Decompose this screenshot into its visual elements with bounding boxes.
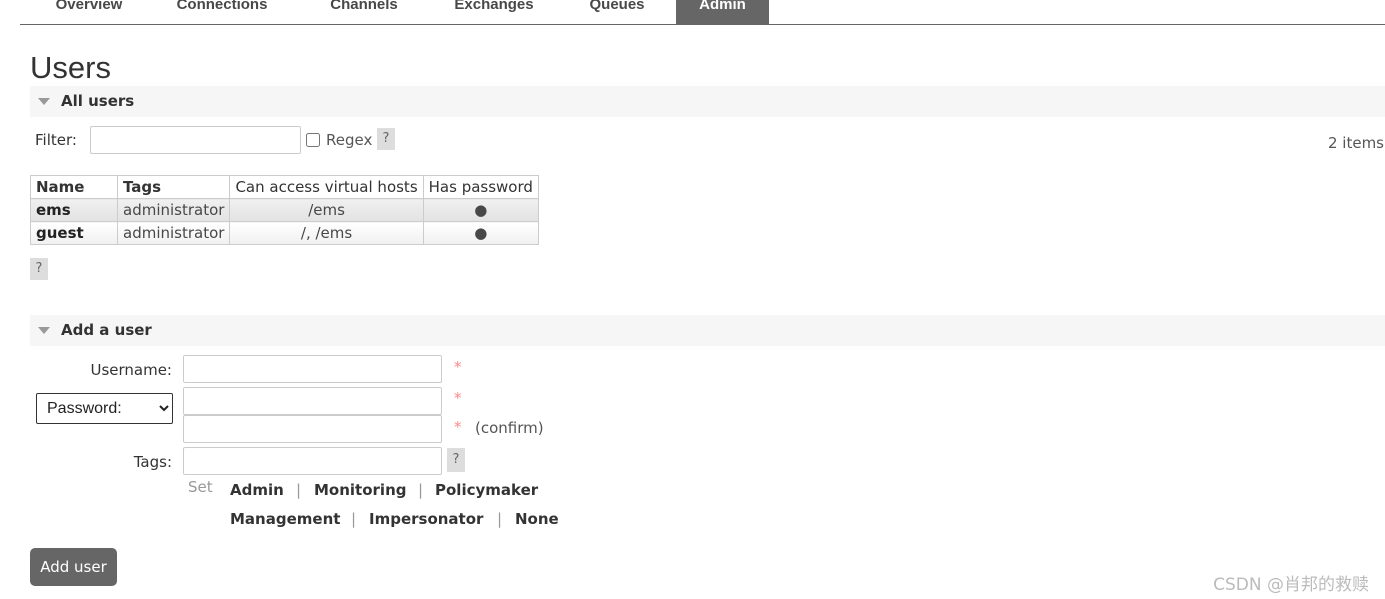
tab-channels[interactable]: Channels [310, 0, 418, 24]
tab-queues[interactable]: Queues [572, 0, 662, 24]
set-label: Set [188, 478, 213, 496]
separator: | [418, 481, 424, 499]
filter-label: Filter: [35, 131, 77, 149]
filter-input[interactable] [90, 126, 301, 154]
main-nav: Overview Connections Channels Exchanges … [20, 0, 1385, 25]
user-has-password: ● [422, 221, 539, 245]
tab-connections[interactable]: Connections [155, 0, 289, 24]
users-table: Name Tags Can access virtual hosts Has p… [30, 175, 539, 245]
required-marker: * [454, 418, 462, 436]
col-has-password: Has password [422, 175, 539, 199]
regex-label: Regex [326, 131, 373, 149]
collapse-triangle-icon [38, 327, 50, 334]
username-input[interactable] [183, 355, 442, 383]
add-user-section-header[interactable]: Add a user [30, 315, 1385, 346]
tag-link-policymaker[interactable]: Policymaker [435, 481, 538, 499]
tab-exchanges[interactable]: Exchanges [432, 0, 556, 24]
confirm-label: (confirm) [475, 419, 544, 437]
user-name-link[interactable]: ems [30, 198, 118, 222]
tab-overview[interactable]: Overview [30, 0, 148, 24]
watermark: CSDN @肖邦的救赎 [1213, 575, 1369, 595]
user-name-link[interactable]: guest [30, 221, 118, 245]
user-tags: administrator [116, 221, 231, 245]
col-name: Name [30, 175, 118, 199]
user-vhosts: /ems [229, 198, 424, 222]
tags-input[interactable] [183, 447, 442, 475]
required-marker: * [454, 389, 462, 407]
separator: | [351, 510, 357, 528]
tag-link-monitoring[interactable]: Monitoring [314, 481, 406, 499]
page-title: Users [30, 50, 111, 85]
col-tags: Tags [116, 175, 231, 199]
tag-link-impersonator[interactable]: Impersonator [369, 510, 483, 528]
tag-link-admin[interactable]: Admin [230, 481, 284, 499]
tag-link-management[interactable]: Management [230, 510, 340, 528]
tag-link-none[interactable]: None [515, 510, 559, 528]
section-title: All users [61, 92, 135, 110]
all-users-section-header[interactable]: All users [30, 86, 1385, 117]
table-help-button[interactable]: ? [30, 258, 48, 280]
required-marker: * [454, 358, 462, 376]
user-has-password: ● [422, 198, 539, 222]
user-tags: administrator [116, 198, 231, 222]
separator: | [296, 481, 302, 499]
table-row[interactable]: ems administrator /ems ● [30, 198, 539, 222]
add-user-button[interactable]: Add user [30, 548, 117, 586]
user-vhosts: /, /ems [229, 221, 424, 245]
table-row[interactable]: guest administrator /, /ems ● [30, 221, 539, 245]
tab-admin[interactable]: Admin [676, 0, 769, 24]
item-count: 2 items [1327, 134, 1384, 152]
col-vhosts: Can access virtual hosts [229, 175, 424, 199]
filter-help-button[interactable]: ? [377, 128, 395, 150]
password-confirm-input[interactable] [183, 415, 442, 443]
collapse-triangle-icon [38, 98, 50, 105]
tags-label: Tags: [133, 453, 172, 471]
separator: | [497, 510, 503, 528]
tags-help-button[interactable]: ? [447, 448, 465, 472]
regex-checkbox[interactable] [306, 133, 320, 147]
password-input[interactable] [183, 387, 442, 415]
username-label: Username: [90, 361, 172, 379]
section-title: Add a user [61, 321, 152, 339]
password-type-select[interactable]: Password: [36, 393, 173, 424]
table-header: Name Tags Can access virtual hosts Has p… [30, 175, 539, 199]
